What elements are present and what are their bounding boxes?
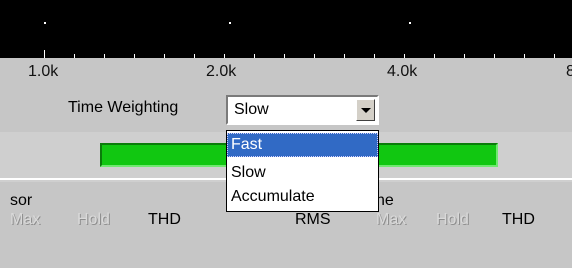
scale-tick bbox=[344, 54, 345, 58]
scale-tick bbox=[224, 54, 225, 58]
left-channel-name: sor bbox=[10, 192, 33, 209]
scale-tick bbox=[494, 54, 495, 58]
right-hold-button[interactable]: Hold bbox=[436, 211, 469, 229]
right-thd-label: THD bbox=[502, 211, 535, 228]
scale-tick bbox=[524, 54, 525, 58]
scale-tick bbox=[314, 54, 315, 58]
left-thd-label: THD bbox=[148, 211, 181, 228]
scale-tick bbox=[554, 54, 555, 58]
scale-tick bbox=[134, 54, 135, 58]
scale-tick bbox=[434, 54, 435, 58]
right-max-button[interactable]: Max bbox=[376, 211, 406, 229]
right-rms-label: RMS bbox=[295, 211, 331, 228]
scale-tick bbox=[284, 54, 285, 58]
scale-marker bbox=[44, 22, 46, 24]
scale-tick bbox=[164, 54, 165, 58]
scale-marker bbox=[409, 22, 411, 24]
dropdown-button[interactable] bbox=[356, 99, 375, 121]
freq-label-1k: 1.0k bbox=[28, 63, 59, 80]
chevron-down-icon bbox=[361, 108, 371, 113]
scale-marker bbox=[229, 22, 231, 24]
dropdown-option-fast[interactable]: Fast bbox=[227, 133, 378, 157]
frequency-scale-strip bbox=[0, 0, 572, 58]
time-weighting-dropdown-list[interactable]: Fast Slow Accumulate bbox=[226, 130, 379, 212]
left-max-button[interactable]: Max bbox=[10, 211, 40, 229]
time-weighting-value: Slow bbox=[234, 101, 269, 118]
scale-tick bbox=[374, 54, 375, 58]
freq-label-8k: 8 bbox=[566, 63, 572, 80]
scale-tick bbox=[254, 54, 255, 58]
scale-tick bbox=[404, 54, 405, 58]
dropdown-option-accumulate[interactable]: Accumulate bbox=[227, 185, 378, 209]
scale-tick bbox=[74, 54, 75, 58]
time-weighting-select[interactable]: Slow bbox=[226, 95, 379, 125]
dropdown-option-slow[interactable]: Slow bbox=[227, 161, 378, 185]
freq-label-4k: 4.0k bbox=[387, 63, 418, 80]
scale-tick bbox=[464, 54, 465, 58]
time-weighting-label: Time Weighting bbox=[68, 99, 179, 116]
freq-label-2k: 2.0k bbox=[206, 63, 237, 80]
left-hold-button[interactable]: Hold bbox=[77, 211, 110, 229]
scale-tick bbox=[104, 54, 105, 58]
scale-tick bbox=[194, 54, 195, 58]
scale-tick bbox=[44, 50, 45, 58]
